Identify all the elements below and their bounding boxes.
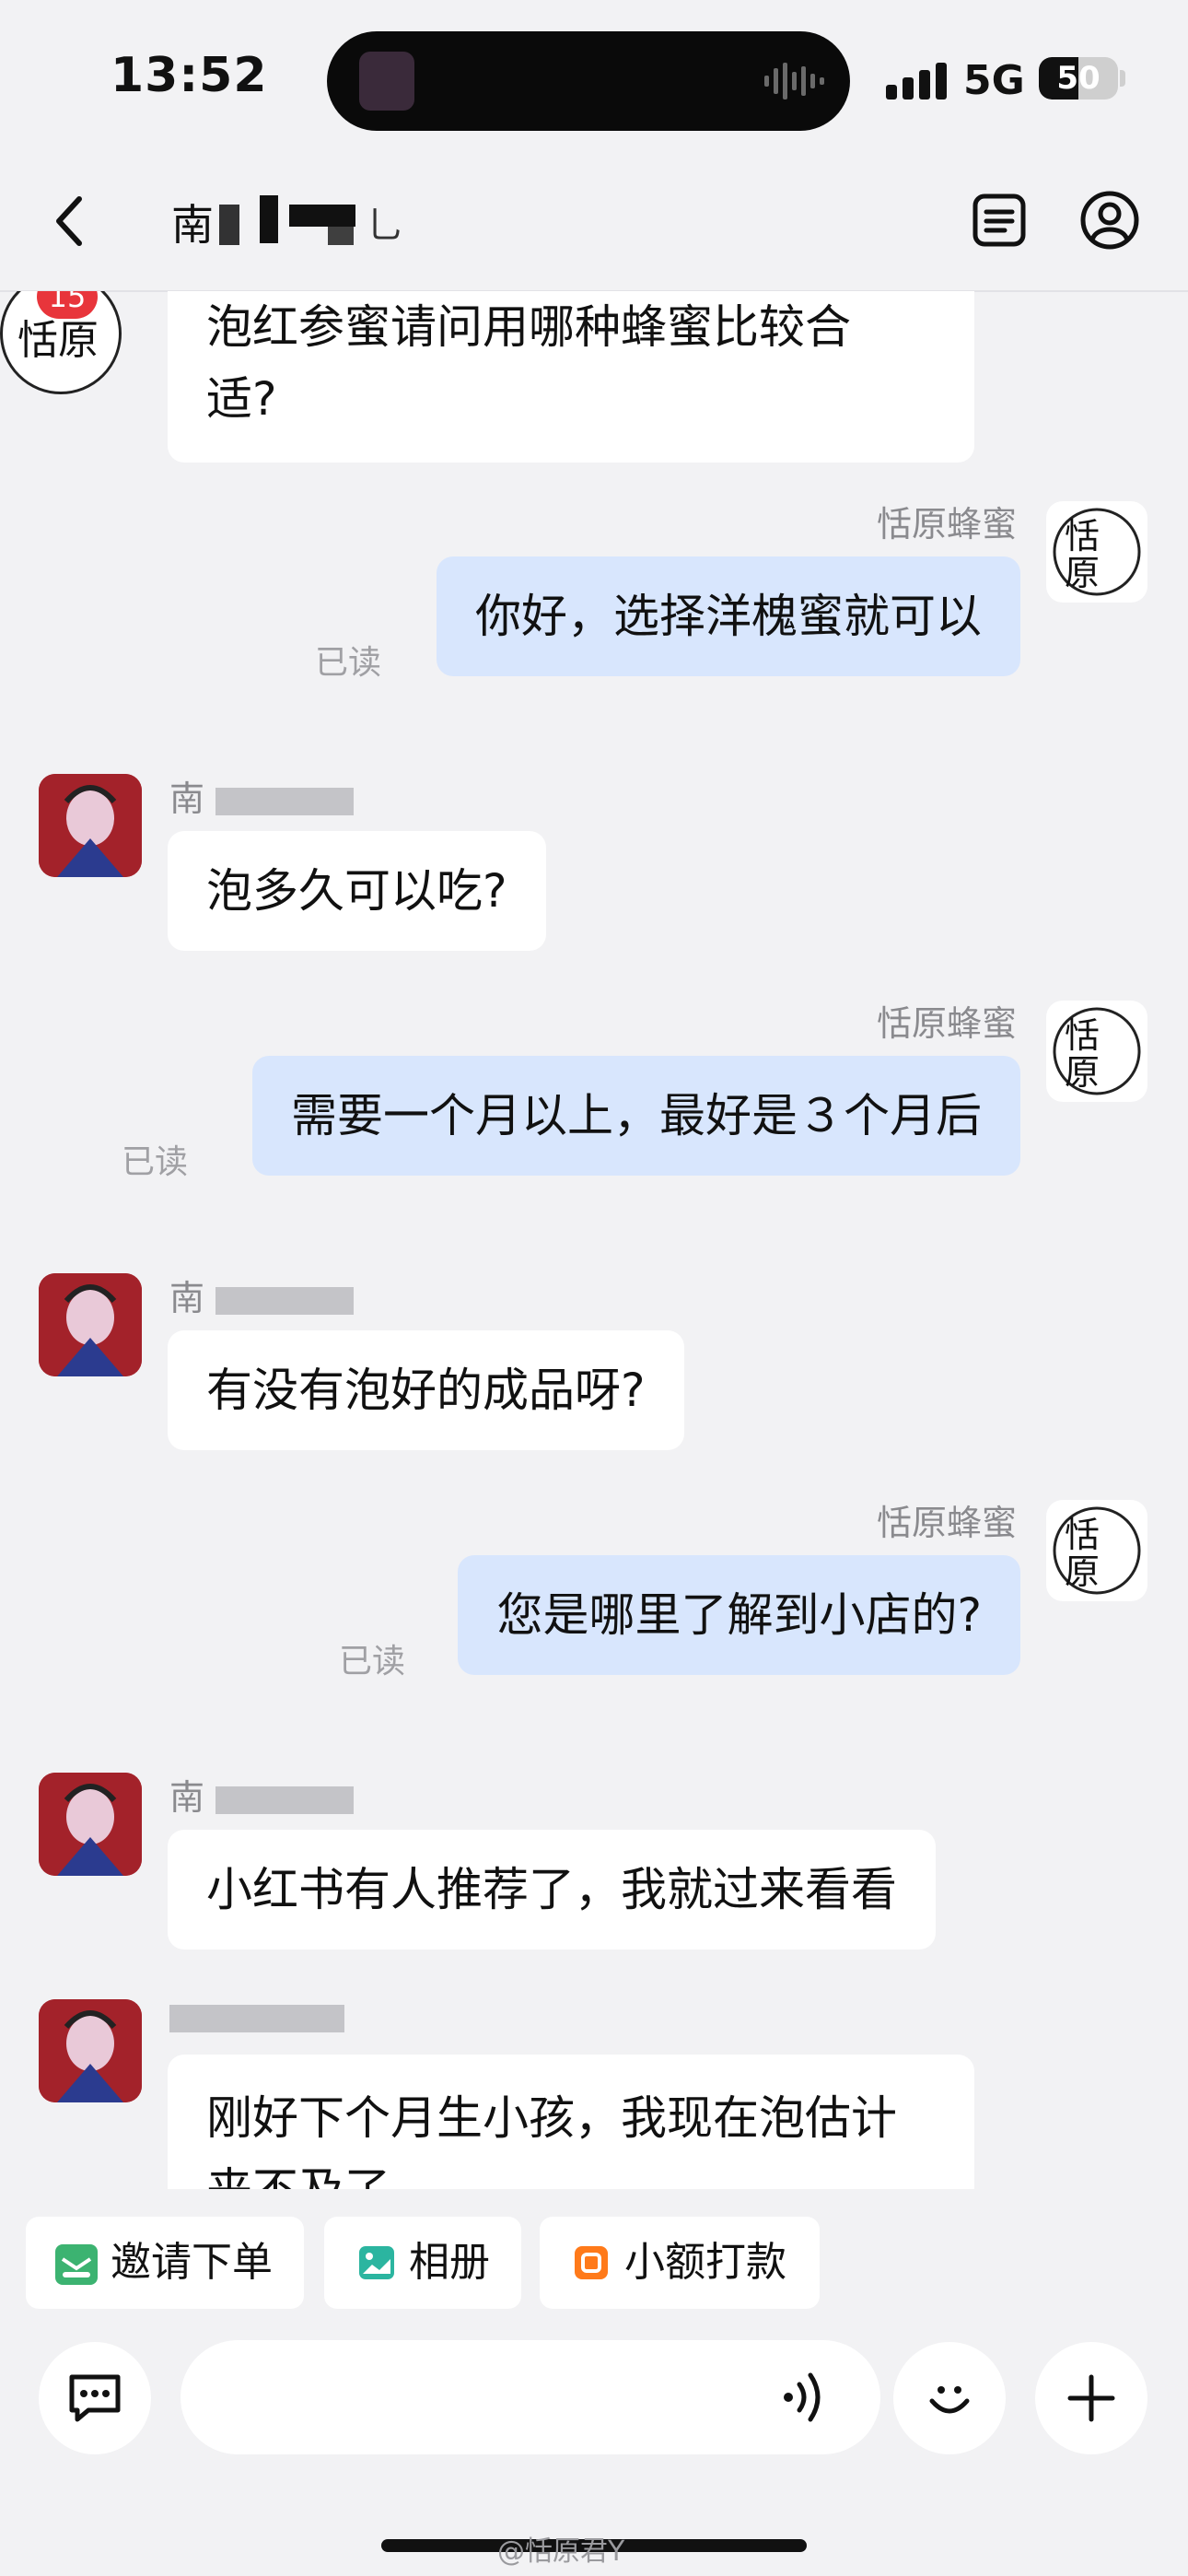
shop-logo-text: 恬原 bbox=[1065, 516, 1101, 593]
payment-icon bbox=[575, 2246, 608, 2279]
shop-logo-text: 恬原 bbox=[1065, 1515, 1101, 1592]
cartoon-avatar-icon bbox=[39, 774, 142, 877]
message-line: 来不及了 bbox=[206, 2154, 936, 2189]
message-line: 适? bbox=[206, 372, 277, 426]
message-bubble[interactable]: 你好，选择洋槐蜜就可以 bbox=[437, 556, 1020, 676]
sender-name-char: 南 bbox=[169, 1278, 205, 1318]
status-time: 13:52 bbox=[111, 48, 268, 103]
contact-avatar[interactable] bbox=[39, 1999, 142, 2102]
chip-label: 邀请下单 bbox=[111, 2239, 273, 2286]
message-line: 泡红参蜜请问用哪种蜂蜜比较合 bbox=[206, 300, 851, 354]
sender-name: 恬原蜂蜜 bbox=[876, 1003, 1017, 1044]
network-type: 5G bbox=[963, 57, 1025, 104]
message-bubble[interactable]: 您是哪里了解到小店的? bbox=[458, 1555, 1020, 1675]
user-profile-icon[interactable] bbox=[1079, 190, 1140, 251]
contact-avatar[interactable] bbox=[39, 1773, 142, 1876]
shop-avatar[interactable]: 恬原 bbox=[1046, 1500, 1147, 1601]
redaction bbox=[215, 1786, 355, 1814]
message-icon bbox=[69, 2374, 121, 2422]
plus-icon bbox=[1067, 2374, 1115, 2422]
chip-label: 小额打款 bbox=[624, 2239, 786, 2286]
read-status: 已读 bbox=[315, 644, 382, 682]
cellular-signal-icon bbox=[886, 63, 947, 100]
sender-name: 南 bbox=[169, 1270, 355, 1320]
sender-name: 恬原蜂蜜 bbox=[876, 1503, 1017, 1543]
message-bubble[interactable]: 泡多久可以吃? bbox=[168, 831, 546, 951]
back-chevron-icon[interactable] bbox=[52, 193, 88, 249]
message-list[interactable]: 恬原 15 泡红参蜜请问用哪种蜂蜜比较合 适? 恬原蜂蜜 恬原 你好，选择洋槐蜜… bbox=[0, 291, 1188, 2189]
order-list-icon[interactable] bbox=[971, 192, 1028, 249]
sender-name-char: 南 bbox=[169, 1777, 205, 1818]
chip-label: 相册 bbox=[409, 2239, 490, 2286]
cartoon-avatar-icon bbox=[39, 1273, 142, 1376]
message-bubble[interactable]: 有没有泡好的成品呀? bbox=[168, 1330, 684, 1450]
redaction bbox=[328, 219, 354, 245]
battery-percent: 50 bbox=[1056, 60, 1101, 97]
shop-avatar[interactable]: 恬原 bbox=[1046, 1001, 1147, 1102]
contact-avatar[interactable] bbox=[39, 774, 142, 877]
sender-name: 南 bbox=[169, 770, 355, 821]
audio-wave-icon bbox=[764, 63, 824, 100]
redaction bbox=[260, 195, 278, 243]
read-status: 已读 bbox=[122, 1143, 189, 1181]
emoji-button[interactable] bbox=[893, 2342, 1006, 2454]
emoji-icon bbox=[929, 2386, 970, 2414]
album-button[interactable]: 相册 bbox=[324, 2217, 521, 2309]
message-bubble[interactable]: 小红书有人推荐了，我就过来看看 bbox=[168, 1830, 936, 1950]
cartoon-avatar-icon bbox=[39, 1773, 142, 1876]
redaction bbox=[215, 787, 355, 815]
battery-tip bbox=[1120, 70, 1125, 87]
redaction bbox=[219, 205, 239, 245]
album-icon bbox=[359, 2246, 394, 2279]
sender-name: 南 bbox=[169, 1769, 355, 1820]
contact-name-char: 乚 bbox=[367, 205, 403, 247]
message-bubble[interactable]: 泡红参蜜请问用哪种蜂蜜比较合 适? bbox=[168, 291, 974, 463]
redaction bbox=[215, 1286, 355, 1315]
message-line: 刚好下个月生小孩，我现在泡估计 bbox=[206, 2091, 897, 2145]
message-bubble[interactable]: 需要一个月以上，最好是３个月后 bbox=[252, 1056, 1020, 1176]
more-button[interactable] bbox=[1035, 2342, 1147, 2454]
voice-input-icon[interactable] bbox=[775, 2368, 834, 2427]
message-bubble[interactable]: 刚好下个月生小孩，我现在泡估计 来不及了 bbox=[168, 2055, 974, 2189]
contact-name: 南 乚 bbox=[171, 192, 411, 251]
now-playing-thumbnail bbox=[359, 52, 414, 111]
sender-name: 恬原蜂蜜 bbox=[876, 504, 1017, 544]
contact-avatar[interactable] bbox=[39, 1273, 142, 1376]
redaction bbox=[169, 2004, 344, 2032]
chat-mode-button[interactable] bbox=[39, 2342, 151, 2454]
cartoon-avatar-icon bbox=[39, 1999, 142, 2102]
battery-indicator: 50 bbox=[1039, 57, 1118, 100]
shop-logo-text: 恬原 bbox=[1065, 1015, 1101, 1093]
small-payment-button[interactable]: 小额打款 bbox=[540, 2217, 820, 2309]
shop-avatar[interactable]: 恬原 bbox=[1046, 501, 1147, 603]
sender-name bbox=[169, 1996, 344, 2036]
invite-order-button[interactable]: 邀请下单 bbox=[26, 2217, 304, 2309]
watermark: @恬原君Y bbox=[497, 2535, 625, 2568]
invite-order-icon bbox=[55, 2244, 98, 2285]
read-status: 已读 bbox=[339, 1643, 406, 1680]
contact-name-char: 南 bbox=[171, 200, 214, 250]
sender-name-char: 南 bbox=[169, 779, 205, 819]
